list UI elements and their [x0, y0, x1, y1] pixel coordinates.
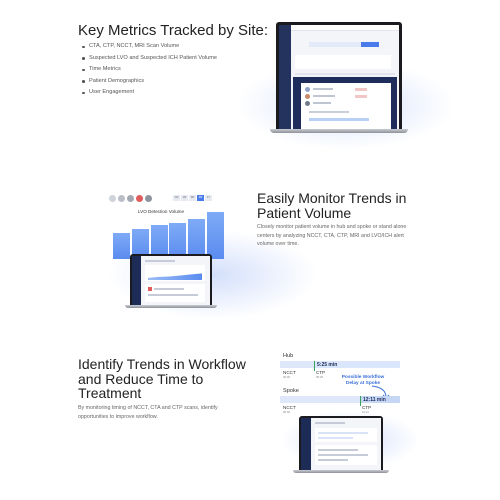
- range-tab-3m[interactable]: 3M: [189, 195, 196, 201]
- laptop-screen: [301, 418, 381, 470]
- chart-bar: [188, 218, 206, 259]
- app-sidebar: [132, 256, 141, 305]
- laptop-mockup-volume: [125, 254, 217, 310]
- volume-chart-card: 1W 1M 3M 6M 1Y LVO Detection Volume: [103, 191, 224, 261]
- range-tab-1w[interactable]: 1W: [173, 195, 180, 201]
- metrics-list-item: Patient Demographics: [80, 76, 217, 88]
- legend-dot[interactable]: [127, 195, 134, 202]
- legend-dot[interactable]: [118, 195, 125, 202]
- laptop-bezel: [276, 22, 402, 130]
- chart-title: LVO Detection Volume: [137, 209, 185, 214]
- chart-bar: [113, 233, 130, 259]
- metrics-list-item: Time Metrics: [80, 64, 217, 76]
- section-title-trends-volume: Easily Monitor Trends in Patient Volume: [257, 190, 407, 221]
- spoke-time: 12:11 min: [363, 397, 386, 403]
- section-body-trends-volume: Closely monitor patient volume in hub an…: [257, 224, 407, 248]
- legend-dot[interactable]: [136, 195, 143, 202]
- metrics-list-item: CTA, CTP, NCCT, MRI Scan Volume: [80, 41, 217, 53]
- metrics-list: CTA, CTP, NCCT, MRI Scan Volume Suspecte…: [80, 41, 217, 99]
- hub-event: NCCT 00:00: [283, 370, 296, 379]
- section-title-key-metrics: Key Metrics Tracked by Site:: [78, 22, 269, 39]
- metrics-list-item: User Engagement: [80, 87, 217, 99]
- laptop-mockup-workflow: [293, 416, 389, 476]
- legend-dot[interactable]: [145, 195, 152, 202]
- app-sidebar: [301, 418, 311, 470]
- legend-dot[interactable]: [109, 195, 116, 202]
- hub-time: 5:25 min: [317, 362, 338, 368]
- laptop-bezel: [130, 254, 212, 306]
- laptop-base: [270, 129, 408, 133]
- laptop-screen: [279, 25, 399, 129]
- app-sidebar: [279, 25, 291, 129]
- laptop-mockup-metrics: [270, 22, 408, 134]
- hub-label: Hub: [283, 353, 294, 359]
- metrics-list-item: Suspected LVO and Suspected ICH Patient …: [80, 53, 217, 65]
- range-tab-6m[interactable]: 6M: [197, 195, 204, 201]
- hub-event: CTP 05:25: [316, 370, 326, 379]
- laptop-screen: [132, 256, 210, 305]
- range-tab-1y[interactable]: 1Y: [205, 195, 212, 201]
- spoke-label: Spoke: [283, 388, 299, 394]
- range-tab-1m[interactable]: 1M: [181, 195, 188, 201]
- laptop-base: [125, 305, 217, 308]
- section-title-workflow: Identify Trends in Workflow and Reduce T…: [78, 356, 246, 401]
- laptop-base: [293, 470, 389, 473]
- chart-bar: [207, 212, 224, 259]
- laptop-bezel: [299, 416, 383, 471]
- section-body-workflow: By monitoring timing of NCCT, CTA and CT…: [78, 405, 218, 420]
